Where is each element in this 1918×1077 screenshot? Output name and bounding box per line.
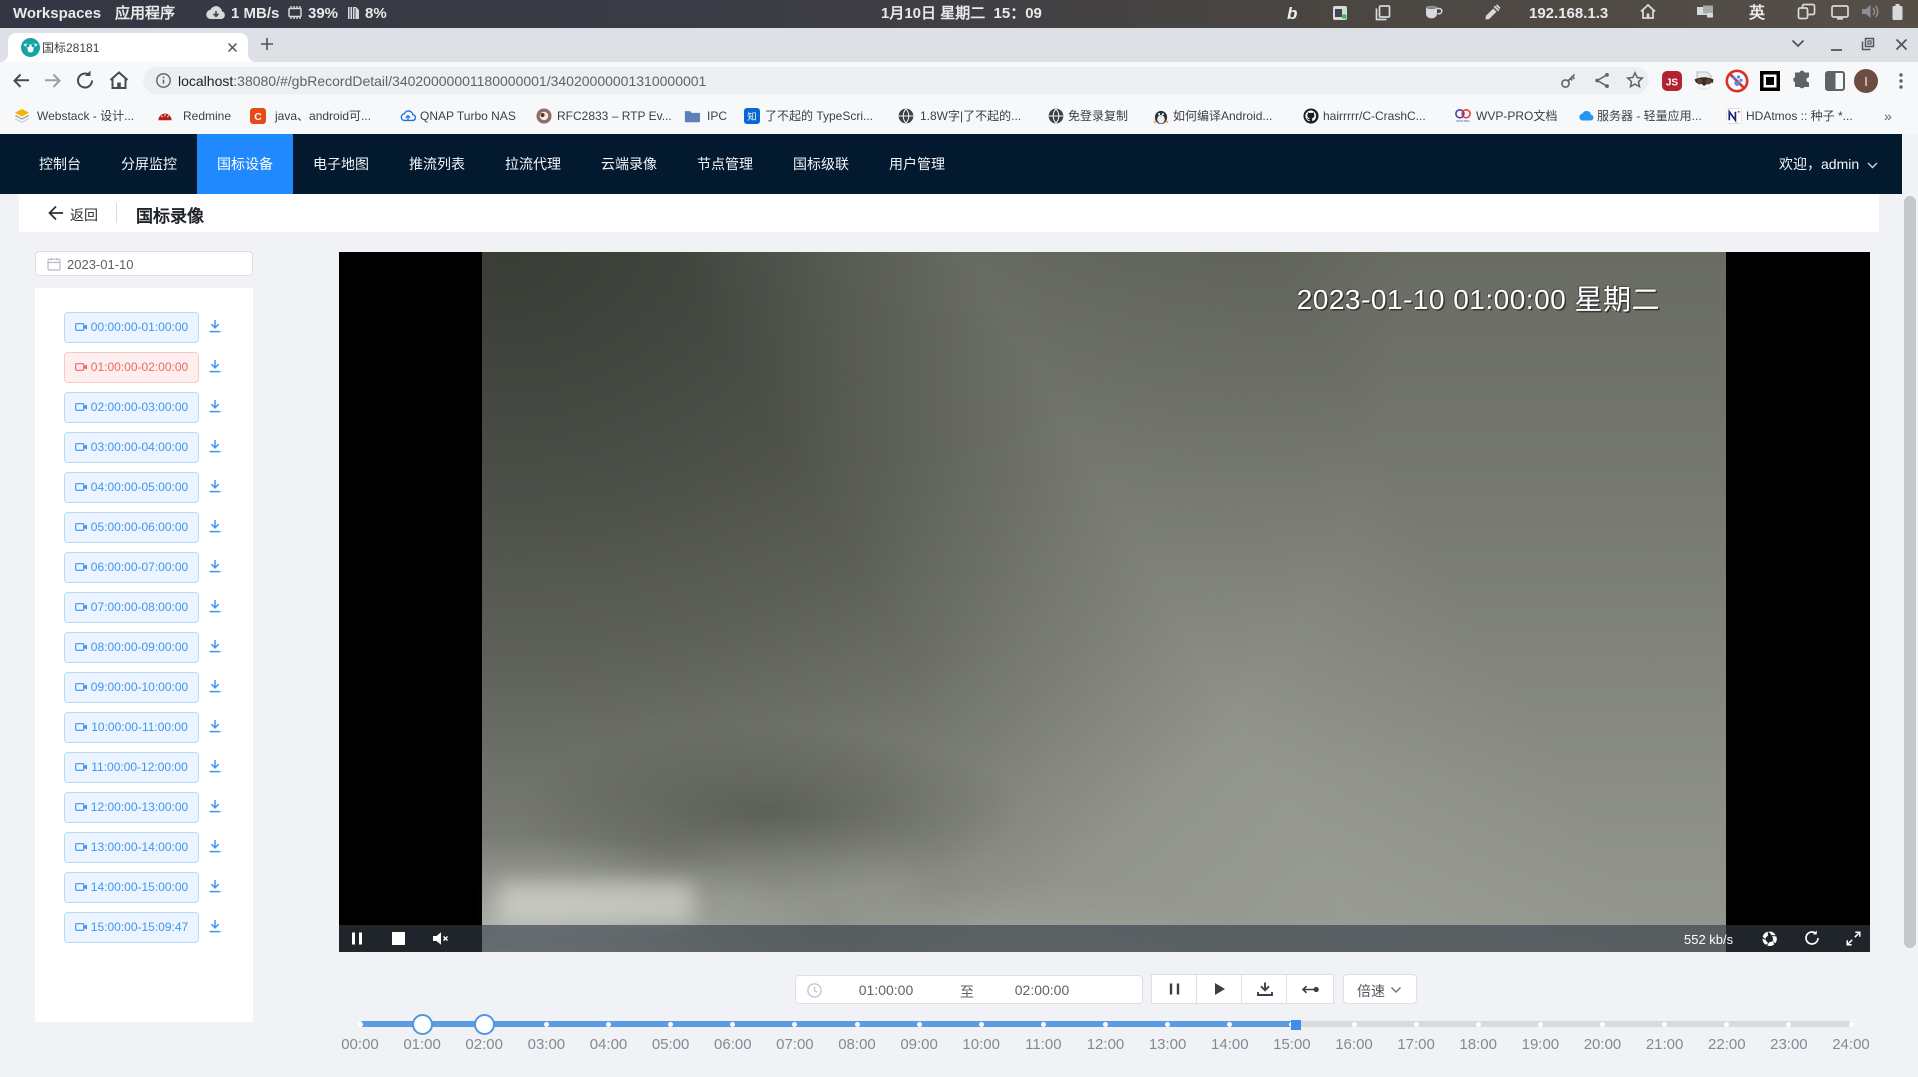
svg-text:知: 知 xyxy=(747,111,756,122)
svg-text:I: I xyxy=(1864,74,1868,89)
svg-text:JS: JS xyxy=(1666,78,1679,89)
svg-text:C: C xyxy=(254,112,262,123)
svg-text:WVP-PRO: WVP-PRO xyxy=(1456,119,1470,123)
